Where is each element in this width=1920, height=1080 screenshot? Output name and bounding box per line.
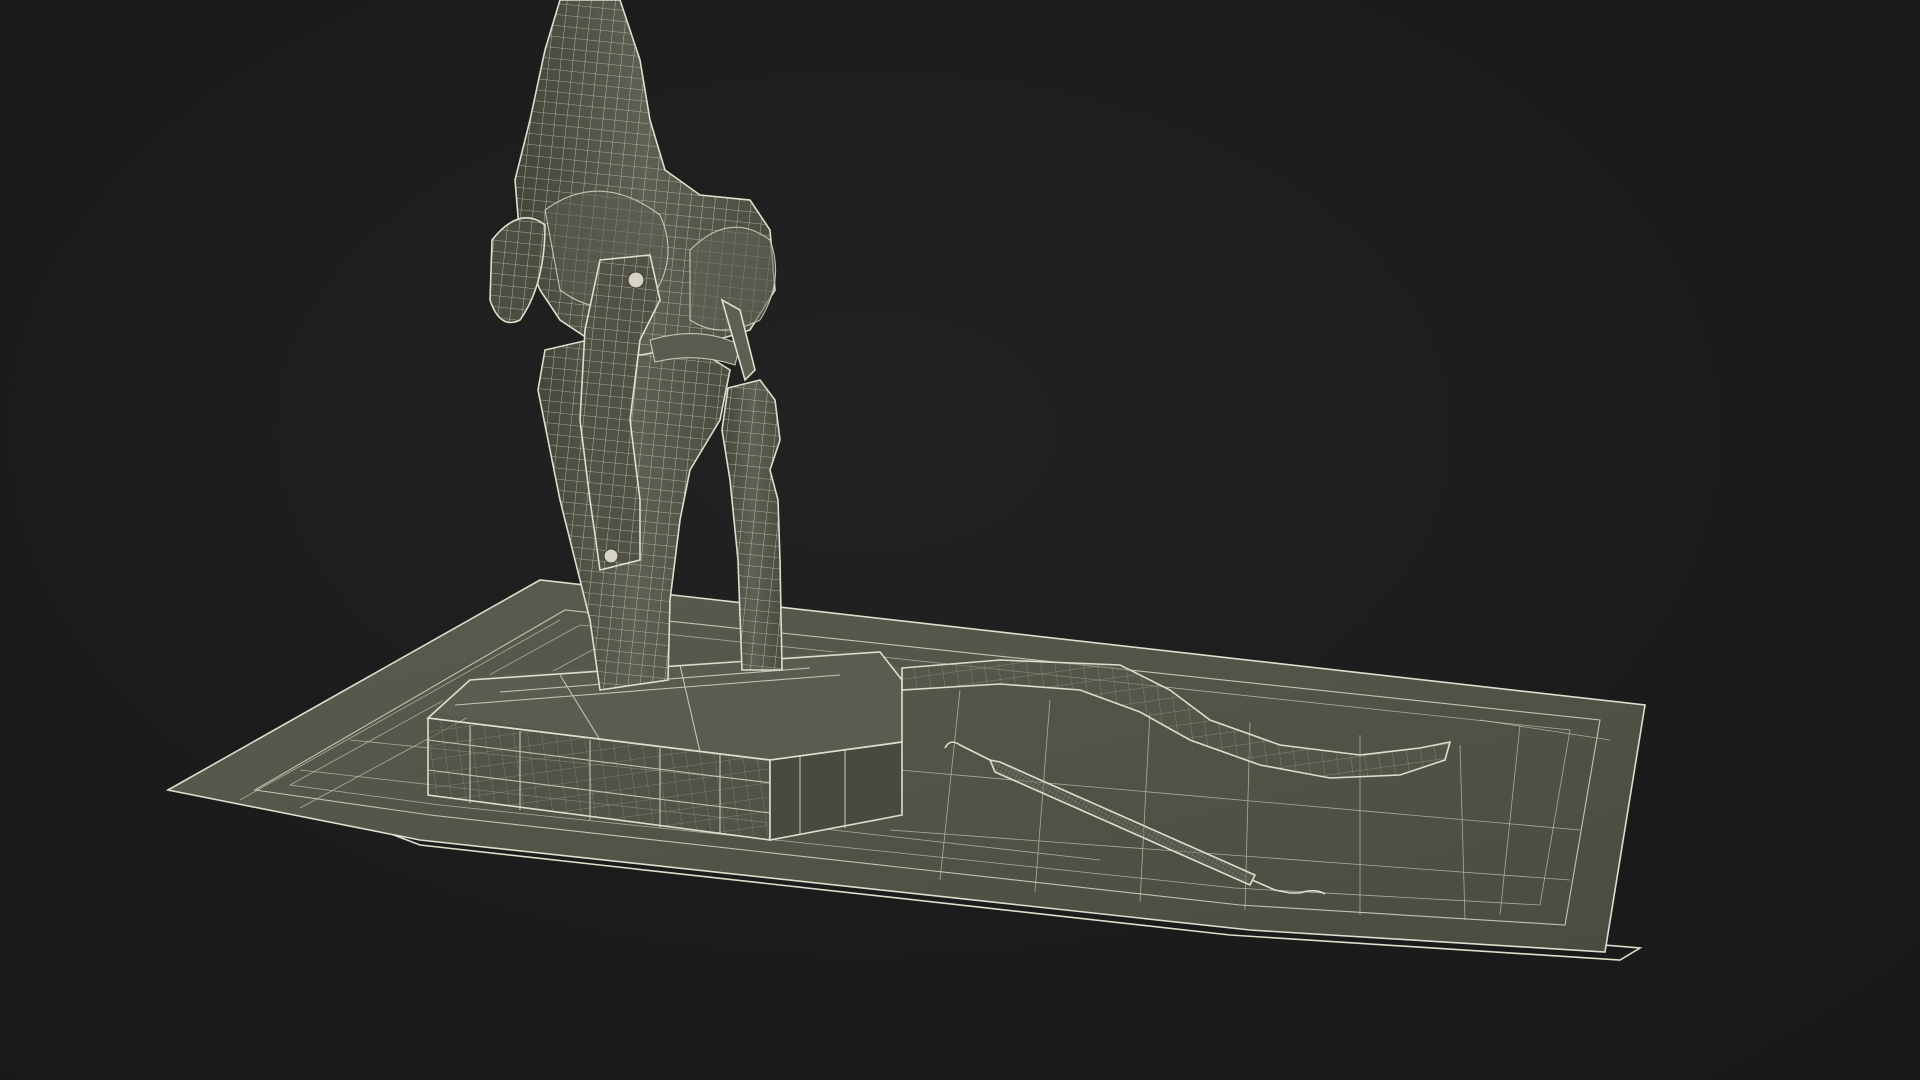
patella (489, 216, 546, 324)
wireframe-render (165, 0, 1646, 961)
render-viewport (0, 0, 1920, 1080)
pin-lower (603, 548, 619, 564)
tray (165, 579, 1646, 961)
pin-upper (627, 271, 645, 289)
